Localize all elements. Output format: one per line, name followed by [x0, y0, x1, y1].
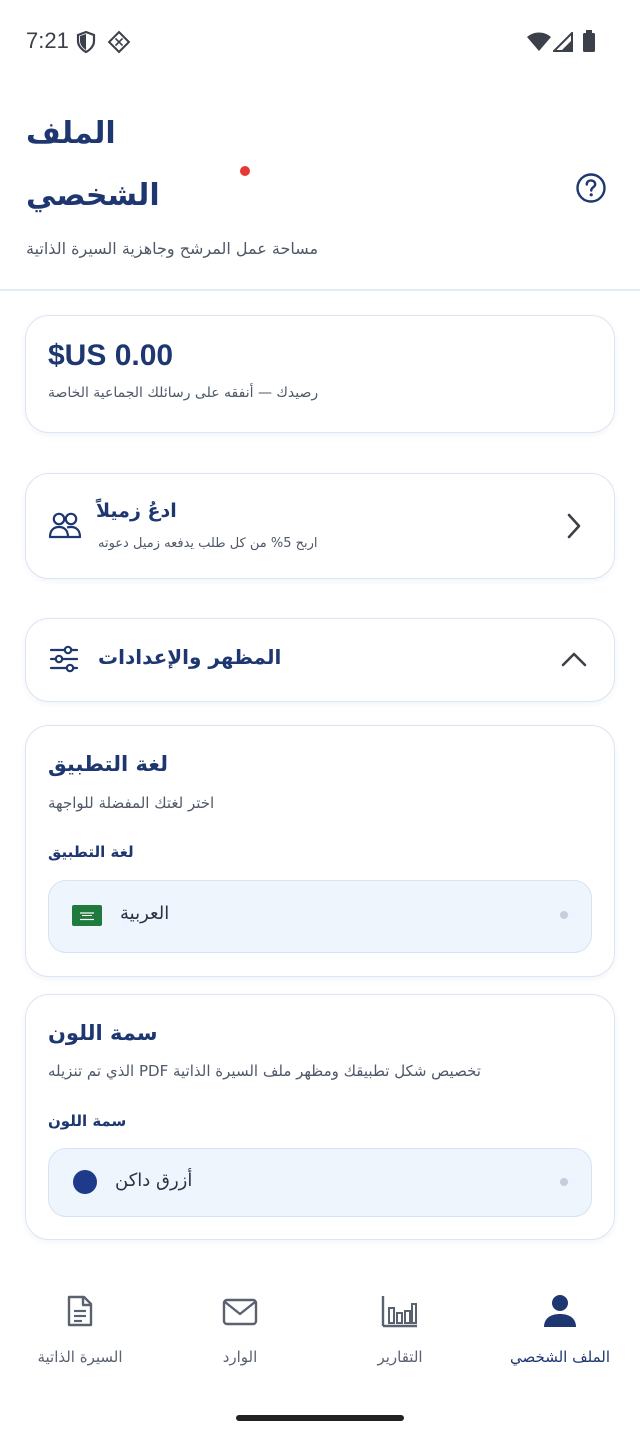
nav-label-profile: الملف الشخصي: [510, 1348, 610, 1366]
header-divider: [0, 289, 640, 291]
nav-label-inbox: الوارد: [222, 1348, 258, 1366]
chevron-up-icon[interactable]: [560, 648, 588, 670]
settings-title: المظهر والإعدادات: [98, 645, 282, 669]
theme-selected-value: أزرق داكن: [115, 1170, 193, 1191]
diamond-grid-icon: [107, 30, 131, 54]
status-time: 7:21: [26, 28, 69, 53]
theme-field-label: سمة اللون: [48, 1112, 127, 1130]
balance-description: رصيدك — أنفقه على رسائلك الجماعية الخاصة: [48, 385, 319, 401]
select-indicator-dot: [560, 1178, 568, 1186]
nav-label-reports: التقارير: [377, 1348, 423, 1366]
color-swatch: [73, 1170, 97, 1194]
page-title-line1: الملف: [26, 116, 116, 151]
language-title: لغة التطبيق: [48, 752, 168, 776]
wifi-icon: [527, 32, 551, 51]
balance-card: [25, 315, 615, 433]
shield-icon: [76, 30, 96, 54]
language-selected-value: العربية: [120, 903, 170, 924]
theme-description: تخصيص شكل تطبيقك ومظهر ملف السيرة الذاتي…: [48, 1062, 481, 1080]
chevron-right-icon: [567, 513, 581, 539]
nav-item-resume[interactable]: السيرة الذاتية: [10, 1290, 150, 1380]
help-circle-icon[interactable]: [574, 171, 608, 205]
balance-amount: $US 0.00: [48, 339, 174, 372]
sliders-icon: [49, 645, 79, 673]
language-description: اختر لغتك المفضلة للواجهة: [48, 794, 215, 812]
theme-title: سمة اللون: [48, 1021, 158, 1045]
nav-item-profile[interactable]: الملف الشخصي: [490, 1290, 630, 1380]
invite-description: اربح 5% من كل طلب يدفعه زميل دعوته: [98, 536, 318, 551]
language-field-label: لغة التطبيق: [48, 843, 134, 861]
nav-item-inbox[interactable]: الوارد: [170, 1290, 310, 1380]
mail-icon: [222, 1298, 258, 1326]
bar-chart-icon: [381, 1296, 417, 1328]
battery-icon: [583, 30, 595, 52]
users-icon: [48, 512, 82, 539]
page-subtitle: مساحة عمل المرشح وجاهزية السيرة الذاتية: [26, 239, 319, 258]
document-icon: [67, 1295, 93, 1327]
nav-item-reports[interactable]: التقارير: [330, 1290, 470, 1380]
nav-label-resume: السيرة الذاتية: [37, 1348, 123, 1366]
select-indicator-dot: [560, 911, 568, 919]
notification-dot: [240, 166, 250, 176]
invite-title: ادعُ زميلاً: [96, 500, 177, 522]
page-title-line2: الشخصي: [26, 178, 160, 213]
person-icon: [544, 1295, 576, 1327]
invite-colleague-card[interactable]: [25, 473, 615, 579]
saudi-flag-icon: [72, 905, 102, 926]
signal-icon: [553, 32, 573, 52]
home-indicator: [236, 1415, 404, 1421]
